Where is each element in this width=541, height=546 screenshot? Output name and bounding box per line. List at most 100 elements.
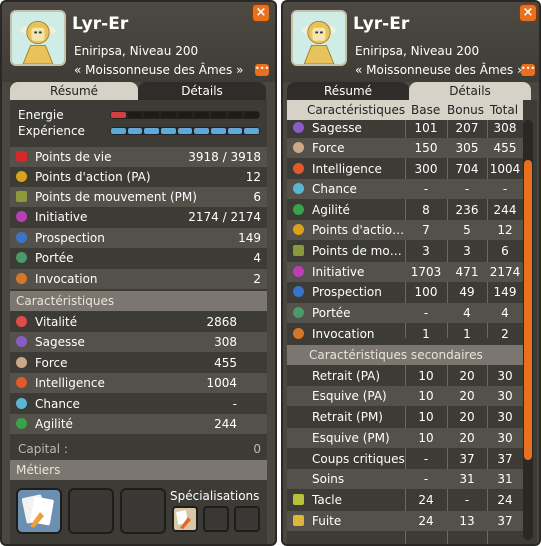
row-label: Portée: [312, 306, 351, 320]
intelligence-icon: [293, 163, 304, 174]
row-label: Sagesse: [312, 121, 362, 135]
job-slot-3[interactable]: [120, 488, 166, 534]
row-label: Fuite: [312, 514, 342, 528]
row-label: Tacle: [312, 493, 343, 507]
base-value: -: [423, 306, 429, 320]
stat-label: Points de mouvement (PM): [35, 190, 197, 204]
characteristic-value: 2868: [206, 315, 237, 329]
strength-icon: [16, 357, 27, 368]
escape-icon: [293, 515, 304, 526]
star-icon: [16, 171, 27, 182]
total-value: -: [502, 182, 508, 196]
scrollbar[interactable]: [523, 120, 533, 540]
total-value: 149: [493, 285, 517, 299]
row-label: Retrait (PM): [312, 410, 383, 424]
table-row: Tacle 24 - 24: [287, 490, 523, 510]
column-header: Base: [411, 103, 441, 117]
class-level: Eniripsa, Niveau 200: [74, 44, 199, 58]
stat-value: 3918 / 3918: [188, 150, 261, 164]
agility-icon: [16, 418, 27, 429]
row-label: Soins: [312, 472, 345, 486]
secondary-characteristics-header: Caractéristiques secondaires: [287, 345, 523, 365]
base-value: -: [423, 472, 429, 486]
base-value: 1703: [410, 265, 442, 279]
characteristic-value: -: [232, 397, 237, 411]
agility-icon: [293, 204, 304, 215]
base-value: 101: [414, 121, 438, 135]
base-value: 10: [418, 389, 434, 403]
job-slot-1[interactable]: [16, 488, 62, 534]
boot-icon: [293, 245, 304, 256]
total-value: 6: [501, 244, 509, 258]
table-row: Invocation 1 1 2: [287, 324, 523, 344]
table-row: Force 150 305 455: [287, 138, 523, 158]
experience-row: Expérience: [10, 124, 267, 144]
row-label: Coups critiques: [312, 452, 405, 466]
table-row: Points de mo… 3 3 6: [287, 241, 523, 261]
total-value: 31: [497, 472, 513, 486]
bonus-value: 471: [455, 265, 479, 279]
characteristics-header: Caractéristiques: [10, 291, 267, 311]
stat-label: Initiative: [35, 210, 88, 224]
close-button[interactable]: ×: [519, 4, 537, 22]
scrollbar-thumb[interactable]: [524, 160, 532, 460]
bonus-value: 49: [459, 285, 475, 299]
capital-label: Capital :: [18, 442, 68, 456]
stat-label: Points d'action (PA): [35, 170, 151, 184]
tab-details[interactable]: Détails: [409, 82, 531, 100]
stat-value: 2174 / 2174: [188, 210, 261, 224]
total-value: 30: [497, 431, 513, 445]
row-label: Prospection: [312, 285, 382, 299]
base-value: 10: [418, 410, 434, 424]
class-level: Eniripsa, Niveau 200: [355, 44, 480, 58]
bonus-value: 5: [463, 223, 471, 237]
total-value: 2: [501, 327, 509, 341]
row-label: Force: [312, 141, 345, 155]
character-header: Lyr-Er Eniripsa, Niveau 200 « Moissonneu…: [2, 2, 275, 82]
total-value: 308: [493, 121, 517, 135]
tab-details[interactable]: Détails: [138, 82, 266, 100]
characteristic-label: Chance: [35, 397, 80, 411]
specialization-slot-2[interactable]: [203, 506, 229, 532]
characteristic-value: 244: [214, 417, 237, 431]
character-name: Lyr-Er: [353, 14, 410, 34]
job-slot-2[interactable]: [68, 488, 114, 534]
specialization-slot-3[interactable]: [234, 506, 260, 532]
options-button[interactable]: •••: [255, 64, 269, 76]
column-header: Caractéristiques: [307, 103, 406, 117]
tab-bar: Résumé Détails: [287, 82, 531, 100]
base-value: 24: [418, 493, 434, 507]
tackle-icon: [293, 494, 304, 505]
stat-label: Prospection: [35, 231, 105, 245]
stat-row: Prospection 149: [10, 228, 267, 248]
total-value: 30: [497, 369, 513, 383]
energy-bar: [110, 111, 260, 119]
stat-label: Points de vie: [35, 150, 112, 164]
characteristic-row: Agilité 244: [10, 414, 267, 434]
table-row: Prospection 100 49 149: [287, 282, 523, 302]
stat-value: 2: [253, 272, 261, 286]
strength-icon: [293, 142, 304, 153]
base-value: 1: [422, 327, 430, 341]
base-value: -: [423, 182, 429, 196]
table-row: Soins - 31 31: [287, 469, 523, 489]
table-row: Esquive (PM) 10 20 30: [287, 428, 523, 448]
close-button[interactable]: ×: [252, 4, 270, 22]
options-button[interactable]: •••: [521, 64, 535, 76]
bonus-value: 305: [455, 141, 479, 155]
character-header: Lyr-Er Eniripsa, Niveau 200 « Moissonneu…: [283, 2, 539, 82]
specialization-slot-1[interactable]: [172, 506, 198, 532]
tab-resume[interactable]: Résumé: [10, 82, 138, 100]
bonus-value: 20: [459, 410, 475, 424]
bonus-value: -: [464, 182, 470, 196]
tab-resume[interactable]: Résumé: [287, 82, 409, 100]
row-label: Esquive (PA): [312, 389, 387, 403]
capital-value: 0: [253, 442, 261, 456]
character-avatar: [291, 10, 347, 66]
bonus-value: 20: [459, 431, 475, 445]
characteristic-row: Force 455: [10, 353, 267, 373]
specialization-icon: [176, 510, 191, 529]
heart-icon: [16, 151, 27, 162]
eniripsa-portrait-icon: [12, 12, 64, 64]
table-row: Sagesse 101 207 308: [287, 118, 523, 138]
